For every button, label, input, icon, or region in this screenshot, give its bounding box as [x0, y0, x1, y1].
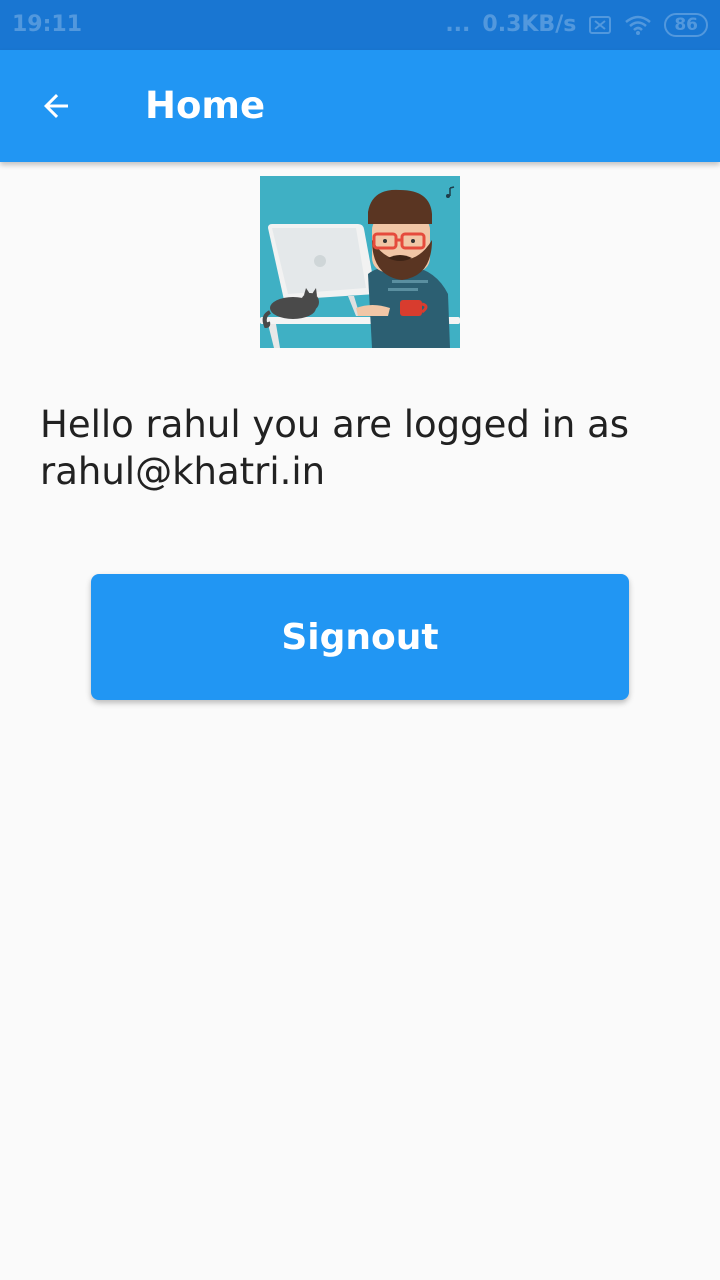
back-button[interactable]: [24, 74, 88, 138]
network-speed: 0.3KB/s: [482, 12, 577, 37]
developer-avatar-image: [260, 176, 460, 348]
arrow-back-icon: [44, 94, 68, 118]
signout-button[interactable]: Signout: [91, 574, 629, 700]
avatar: [260, 176, 460, 348]
status-indicators: ... 0.3KB/s 86: [445, 12, 708, 37]
status-time: 19:11: [12, 12, 83, 37]
status-dots: ...: [445, 12, 471, 37]
sim-off-icon: [588, 15, 612, 35]
page-title: Home: [145, 84, 266, 127]
wifi-icon: [624, 14, 652, 36]
greeting-text: Hello rahul you are logged in as rahul@k…: [40, 403, 630, 493]
app-bar: Home: [0, 50, 720, 162]
status-bar: 19:11 ... 0.3KB/s 86: [0, 0, 720, 50]
battery-icon: 86: [664, 12, 708, 37]
